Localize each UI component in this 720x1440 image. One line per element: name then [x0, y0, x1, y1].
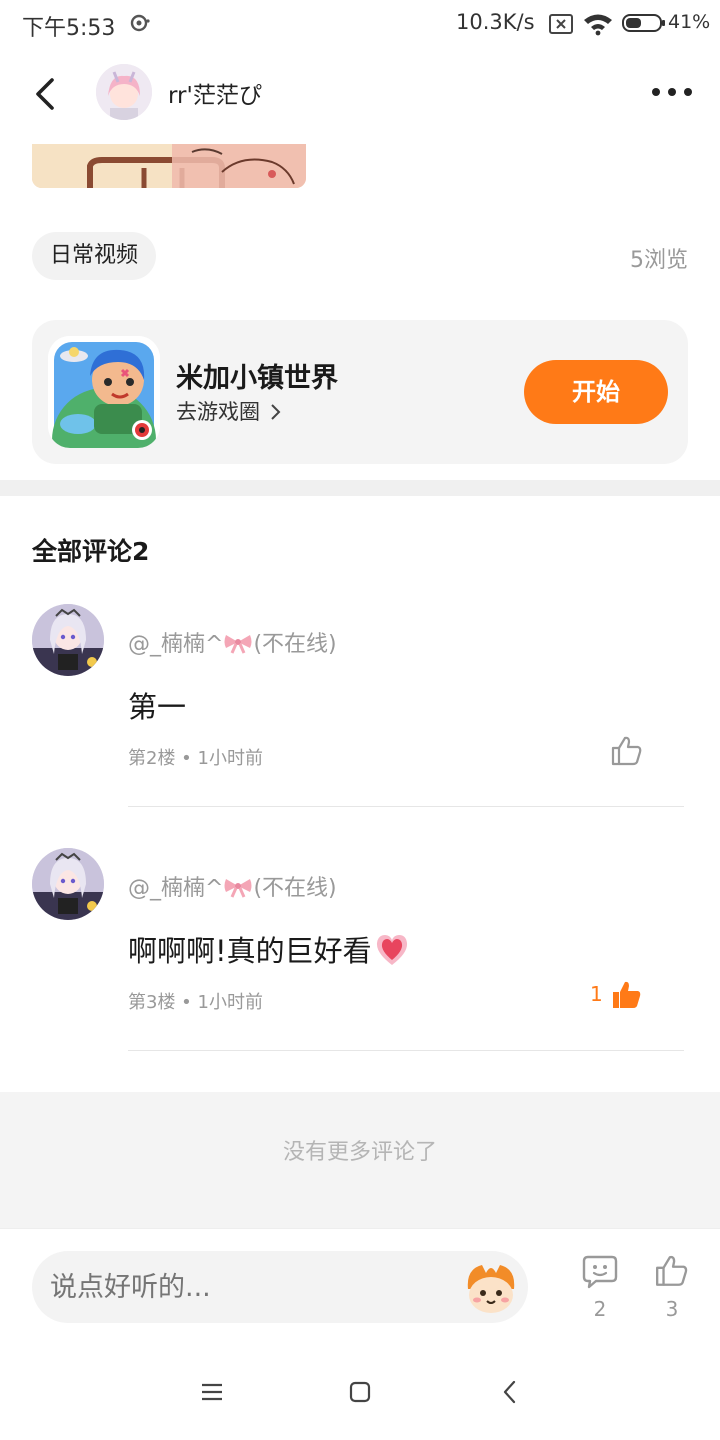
- thumbs-up-icon: [611, 736, 642, 766]
- comment-like-count: 1: [590, 982, 603, 1006]
- post-tag[interactable]: 日常视频: [32, 232, 157, 280]
- comment-text: 啊啊啊!真的巨好看: [128, 928, 410, 970]
- menu-icon[interactable]: [198, 1378, 226, 1406]
- comment-meta: 第2楼 • 1小时前: [128, 748, 263, 769]
- commenter-avatar[interactable]: [32, 604, 104, 676]
- commenter-avatar[interactable]: [32, 848, 104, 920]
- no-sim-icon: [549, 14, 573, 34]
- top-header: rr'茫茫ぴ: [0, 52, 720, 136]
- commenter-status: (不在线): [253, 632, 337, 657]
- status-bar: 下午5:53 10.3K/s 41%: [0, 0, 720, 50]
- comment-bubble-icon: [582, 1255, 618, 1289]
- ribbon-bow-icon: [224, 879, 252, 898]
- comment-meta: 第3楼 • 1小时前: [128, 992, 263, 1013]
- game-icon-artwork: [48, 336, 160, 448]
- home-square-icon[interactable]: [346, 1378, 374, 1406]
- comment-text: 第一: [128, 690, 187, 724]
- section-divider: [0, 480, 720, 496]
- start-game-button[interactable]: 开始: [524, 360, 668, 424]
- comment-item: @_楠楠^ (不在线) 第一 第2楼 • 1小时前: [0, 604, 720, 848]
- heart-emoji-icon: [376, 935, 407, 965]
- game-circle-link-label: 去游戏圈: [176, 400, 260, 424]
- more-dots-icon[interactable]: [648, 82, 696, 102]
- game-title: 米加小镇世界: [176, 363, 338, 394]
- status-time: 下午5:53: [22, 16, 116, 41]
- author-avatar[interactable]: [96, 64, 152, 120]
- no-more-comments: 没有更多评论了: [0, 1092, 720, 1228]
- comment-count-button[interactable]: 2: [580, 1253, 620, 1321]
- comment-input-bar: 2 3: [0, 1228, 720, 1338]
- comment-item: @_楠楠^ (不在线) 啊啊啊!真的巨好看 第3楼 • 1小时前 1: [0, 848, 720, 1092]
- comment-divider: [128, 806, 684, 807]
- comments-title: 全部评论2: [32, 537, 150, 566]
- commenter-avatar-image: [32, 604, 104, 676]
- commenter-name-text: @_楠楠^: [128, 632, 224, 657]
- commenter-name-text: @_楠楠^: [128, 876, 224, 901]
- battery-percent: 41%: [668, 11, 711, 33]
- commenter-status: (不在线): [253, 876, 337, 901]
- battery-icon: [622, 14, 665, 32]
- video-frame-image: [32, 144, 306, 188]
- network-speed: 10.3K/s: [456, 10, 535, 34]
- back-arrow-icon[interactable]: [28, 74, 64, 114]
- commenter-avatar-image: [32, 848, 104, 920]
- system-nav-bar: [0, 1352, 720, 1432]
- author-avatar-image: [96, 64, 152, 120]
- game-circle-link[interactable]: 去游戏圈: [176, 396, 284, 426]
- post-like-button[interactable]: 3: [652, 1253, 692, 1321]
- author-name[interactable]: rr'茫茫ぴ: [168, 76, 262, 110]
- game-app-icon: [48, 336, 160, 448]
- thumbs-up-filled-icon: [613, 981, 641, 1008]
- comment-text-body: 啊啊啊!真的巨好看: [128, 934, 372, 968]
- view-count: 5浏览: [630, 248, 688, 273]
- ribbon-bow-icon: [224, 635, 252, 654]
- comment-count: 2: [593, 1297, 607, 1321]
- back-triangle-icon[interactable]: [496, 1378, 524, 1406]
- commenter-name[interactable]: @_楠楠^ (不在线): [128, 870, 337, 902]
- cloud-sync-icon: [130, 14, 150, 32]
- thumbs-up-icon: [656, 1255, 688, 1286]
- wifi-icon: [584, 14, 612, 36]
- post-like-count: 3: [665, 1297, 679, 1321]
- chevron-right-icon: [271, 404, 281, 420]
- game-card[interactable]: 米加小镇世界 去游戏圈 开始: [32, 320, 688, 464]
- comment-input[interactable]: [32, 1251, 528, 1323]
- emoji-mascot-icon[interactable]: [462, 1259, 520, 1317]
- comment-divider: [128, 1050, 684, 1051]
- post-video-thumbnail[interactable]: [32, 144, 306, 188]
- commenter-name[interactable]: @_楠楠^ (不在线): [128, 626, 337, 658]
